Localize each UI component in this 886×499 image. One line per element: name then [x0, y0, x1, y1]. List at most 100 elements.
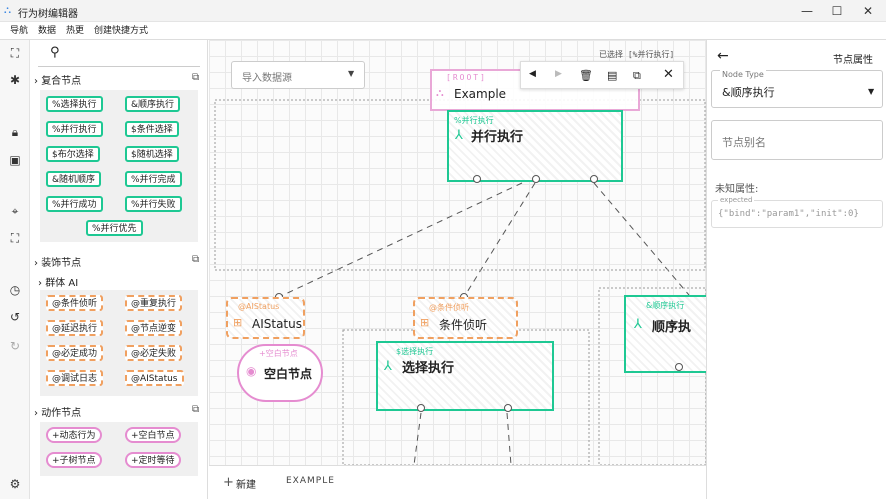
- search-icon[interactable]: ⚲: [50, 45, 60, 60]
- composite-title: › 复合节点: [34, 76, 82, 87]
- save-icon[interactable]: ▣: [7, 152, 23, 168]
- copy-icon[interactable]: ⧉: [633, 69, 641, 83]
- sequence-tag: &顺序执行: [646, 301, 685, 310]
- redo-icon[interactable]: ↻: [7, 338, 23, 354]
- delete-icon[interactable]: 🗑︎: [579, 69, 593, 82]
- chip-parallel-success[interactable]: %并行成功: [46, 196, 103, 212]
- focus-icon[interactable]: ⌖: [7, 203, 23, 219]
- menu-shortcut[interactable]: 创建快捷方式: [94, 22, 148, 40]
- parallel-port[interactable]: [473, 175, 481, 183]
- chip-parallel-complete[interactable]: %并行完成: [125, 171, 182, 187]
- aistatus-node[interactable]: @AIStatus ⊞ AIStatus: [226, 297, 305, 339]
- chip-invert[interactable]: @节点逆变: [125, 320, 183, 336]
- tree-canvas[interactable]: 导入数据源 ▼ 已选择 [%并行执行] [ROOT] ⛬ Example ◀ ▶…: [209, 40, 706, 465]
- panel-title: 节点属性: [833, 55, 873, 66]
- bottom-bar: + 新建 EXAMPLE: [209, 465, 706, 499]
- chip-condition-listen[interactable]: @条件侦听: [46, 295, 104, 311]
- chip-sequence-exec[interactable]: &顺序执行: [125, 96, 181, 112]
- new-tab-button[interactable]: 新建: [236, 476, 256, 491]
- chip-condition-select[interactable]: $条件选择: [125, 121, 179, 137]
- plus-icon[interactable]: +: [223, 475, 234, 490]
- node-type-select[interactable]: Node Type &顺序执行 ▼: [711, 70, 883, 108]
- sequence-label: 顺序执: [652, 320, 692, 335]
- expected-value: {"bind":"param1","init":0}: [718, 209, 859, 219]
- lock-icon[interactable]: 🔒︎: [7, 124, 23, 140]
- aistatus-label: AIStatus: [252, 317, 302, 331]
- select-node[interactable]: $选择执行 ⅄ 选择执行: [376, 341, 554, 411]
- composite-title-text: 复合节点: [41, 76, 82, 87]
- blank-node[interactable]: +空白节点 ◉ 空白节点: [237, 344, 323, 402]
- arrow-left-icon[interactable]: ←: [717, 48, 729, 64]
- tree-icon[interactable]: ⛶: [7, 45, 23, 61]
- settings-icon[interactable]: ⚙: [7, 476, 23, 492]
- chip-aistatus[interactable]: @AIStatus: [125, 370, 184, 386]
- history-icon[interactable]: ◷: [7, 282, 23, 298]
- chip-repeat[interactable]: @重复执行: [125, 295, 183, 311]
- chip-always-fail[interactable]: @必定失败: [125, 345, 183, 361]
- select-port[interactable]: [504, 404, 512, 412]
- chip-parallel-fail[interactable]: %并行失败: [125, 196, 182, 212]
- expected-field[interactable]: expected {"bind":"param1","init":0}: [711, 196, 883, 228]
- chip-blank-node[interactable]: +空白节点: [125, 427, 181, 443]
- parallel-node[interactable]: %并行执行 ⅄ 并行执行: [447, 110, 623, 182]
- chip-dynamic-behavior[interactable]: +动态行为: [46, 427, 102, 443]
- action-title-text: 动作节点: [41, 408, 82, 419]
- paste-icon[interactable]: ▤: [607, 69, 617, 82]
- chip-parallel-exec[interactable]: %并行执行: [46, 121, 103, 137]
- minimize-button[interactable]: —: [792, 2, 822, 20]
- import-datasource-select[interactable]: 导入数据源 ▼: [231, 61, 365, 89]
- expected-label: expected: [718, 196, 755, 204]
- root-tag: [ROOT]: [446, 73, 487, 82]
- app-icon: ⛬: [4, 5, 11, 16]
- chip-delay[interactable]: @延迟执行: [46, 320, 104, 336]
- sequence-icon: ⅄: [634, 317, 642, 332]
- bug-icon[interactable]: ✱: [7, 72, 23, 88]
- search-underline: [38, 66, 200, 67]
- maximize-button[interactable]: ☐: [822, 2, 852, 20]
- close-button[interactable]: ✕: [853, 2, 883, 20]
- chip-bool-select[interactable]: $布尔选择: [46, 146, 100, 162]
- open-external-icon[interactable]: ⧉: [192, 254, 199, 265]
- alias-input[interactable]: 节点别名: [711, 120, 883, 160]
- crowd-ai-title-text: 群体 AI: [45, 278, 79, 289]
- select-icon: ⅄: [384, 359, 392, 374]
- menu-hotupdate[interactable]: 热更: [66, 22, 84, 40]
- chip-timed-wait[interactable]: +定时等待: [125, 452, 181, 468]
- fit-icon[interactable]: ⛶: [7, 230, 23, 246]
- move-right-icon[interactable]: ▶: [555, 69, 562, 79]
- open-external-icon[interactable]: ⧉: [192, 72, 199, 83]
- select-port[interactable]: [417, 404, 425, 412]
- chip-debug-log[interactable]: @调试日志: [46, 370, 104, 386]
- chip-subtree[interactable]: +子树节点: [46, 452, 102, 468]
- sequence-node[interactable]: &顺序执行 ⅄ 顺序执: [624, 295, 706, 373]
- sequence-port[interactable]: [675, 363, 683, 371]
- tab-example[interactable]: EXAMPLE: [286, 476, 335, 486]
- chip-select-exec[interactable]: %选择执行: [46, 96, 103, 112]
- import-datasource-placeholder: 导入数据源: [242, 73, 292, 84]
- open-external-icon[interactable]: ⧉: [192, 404, 199, 415]
- composite-group: %选择执行 &顺序执行 %并行执行 $条件选择 $布尔选择 $随机选择 &随机顺…: [40, 90, 198, 242]
- undo-icon[interactable]: ↺: [7, 309, 23, 325]
- root-label: Example: [454, 87, 507, 101]
- condlisten-tag: @条件侦听: [429, 303, 469, 312]
- composite-section: › 复合节点 ⧉ %选择执行 &顺序执行 %并行执行 $条件选择 $布尔选择 $…: [30, 70, 208, 250]
- menu-navigate[interactable]: 导航: [10, 22, 28, 40]
- menu-data[interactable]: 数据: [38, 22, 56, 40]
- edge-parallel-condlisten: [463, 182, 536, 298]
- chip-random-select[interactable]: $随机选择: [125, 146, 179, 162]
- blank-label: 空白节点: [264, 367, 313, 381]
- parallel-port[interactable]: [532, 175, 540, 183]
- window-title: 行为树编辑器: [18, 9, 78, 20]
- chip-always-success[interactable]: @必定成功: [46, 345, 104, 361]
- root-icon: ⛬: [436, 86, 444, 99]
- title-bar: ⛬ 行为树编辑器 — ☐ ✕: [0, 0, 886, 22]
- chip-random-sequence[interactable]: &随机顺序: [46, 171, 102, 187]
- decorator-group: @条件侦听 @重复执行 @延迟执行 @节点逆变 @必定成功 @必定失败 @调试日…: [40, 290, 198, 396]
- chip-parallel-priority[interactable]: %并行优先: [86, 220, 143, 236]
- decorator-title: › 装饰节点: [34, 258, 82, 269]
- parallel-port[interactable]: [590, 175, 598, 183]
- close-toolbar-icon[interactable]: ✕: [663, 67, 674, 82]
- move-left-icon[interactable]: ◀: [529, 69, 536, 79]
- node-type-value: &顺序执行: [722, 86, 775, 99]
- condlisten-node[interactable]: @条件侦听 ⊞ 条件侦听: [413, 297, 518, 339]
